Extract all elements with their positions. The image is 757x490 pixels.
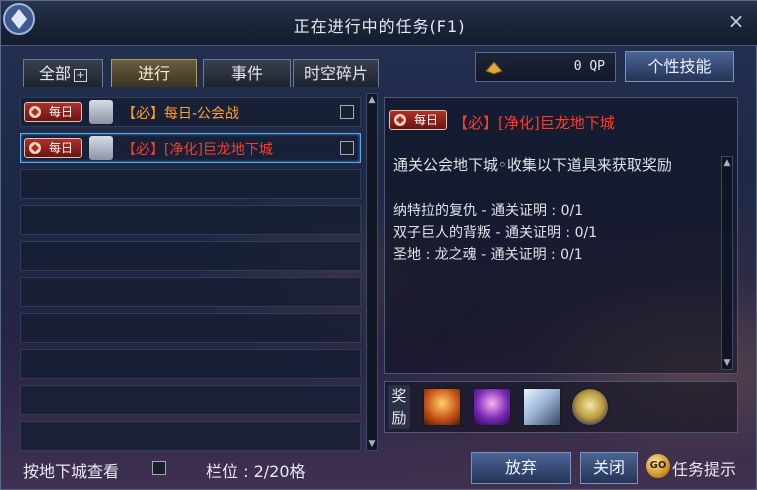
tab-events[interactable]: 事件 (203, 59, 291, 87)
required-tag: 【必】 (122, 142, 164, 158)
empty-quest-slot (20, 241, 361, 271)
tab-all-label: 全部 (38, 64, 71, 83)
qp-display: 0 QP (475, 52, 616, 82)
tab-events-label: 事件 (230, 64, 263, 83)
empty-quest-slot (20, 421, 361, 451)
empty-quest-slot (20, 169, 361, 199)
title-bar[interactable]: 正在进行中的任务(F1) × (1, 1, 757, 46)
daily-badge-label: 每日 (49, 141, 74, 155)
quest-name: [净化]巨龙地下城 (164, 142, 273, 158)
quest-detail: 每日 【必】[净化]巨龙地下城 通关公会地下城◦收集以下道具来获取奖励 纳特拉的… (384, 97, 738, 374)
daily-icon (29, 106, 41, 118)
close-button[interactable]: 关闭 (580, 452, 638, 484)
close-icon[interactable]: × (726, 11, 746, 31)
quest-list: 每日 【必】每日-公会战 每日 【必】[净化]巨龙地下城 ▲ ▼ (15, 93, 380, 453)
scroll-up-icon[interactable]: ▲ (367, 94, 377, 106)
quest-description: 通关公会地下城◦收集以下道具来获取奖励 (393, 156, 672, 174)
empty-quest-slot (20, 205, 361, 235)
orange-chest-icon[interactable] (423, 388, 461, 426)
tab-all[interactable]: 全部 + (23, 59, 103, 87)
slots-count: 栏位 : 2/20格 (206, 462, 306, 481)
track-checkbox[interactable] (340, 141, 354, 155)
quest-row[interactable]: 每日 【必】每日-公会战 (20, 97, 361, 127)
scroll-up-icon[interactable]: ▲ (722, 157, 732, 169)
quest-window: 正在进行中的任务(F1) × 全部 + 进行 事件 时空碎片 0 QP 个性技能 … (0, 0, 757, 490)
empty-quest-slot (20, 277, 361, 307)
empty-quest-slot (20, 313, 361, 343)
filter-by-dungeon-label: 按地下城查看 (23, 462, 120, 481)
personal-skill-button[interactable]: 个性技能 (625, 51, 734, 82)
reward-bar: 奖励 (384, 381, 738, 433)
window-title: 正在进行中的任务(F1) (293, 17, 466, 36)
daily-icon (29, 142, 41, 154)
detail-scrollbar[interactable]: ▲ ▼ (721, 156, 733, 370)
quest-title: 【必】[净化]巨龙地下城 (122, 139, 273, 159)
objective-item: 圣地 : 龙之魂 - 通关证明 : 0/1 (393, 247, 583, 263)
scroll-down-icon[interactable]: ▼ (367, 438, 377, 450)
qp-value: 0 QP (573, 59, 605, 74)
daily-badge: 每日 (24, 138, 82, 158)
daily-icon (394, 114, 406, 126)
quest-hint-label: 任务提示 (672, 460, 737, 479)
filter-by-dungeon-checkbox[interactable] (152, 461, 166, 475)
empty-quest-slot (20, 385, 361, 415)
tab-time-fragments[interactable]: 时空碎片 (293, 59, 379, 87)
go-icon: GO (646, 454, 670, 478)
scroll-down-icon[interactable]: ▼ (722, 357, 732, 369)
qp-coin-icon (485, 61, 503, 75)
daily-badge-label: 每日 (414, 113, 439, 127)
tab-in-progress[interactable]: 进行 (111, 59, 197, 87)
track-checkbox[interactable] (340, 105, 354, 119)
reward-label: 奖励 (388, 385, 410, 429)
purple-box-icon[interactable] (473, 388, 511, 426)
crystal-icon[interactable] (523, 388, 561, 426)
quest-name: 每日-公会战 (164, 106, 240, 122)
required-tag: 【必】 (122, 106, 164, 122)
expand-icon[interactable]: + (74, 69, 87, 82)
daily-badge-label: 每日 (49, 105, 74, 119)
gold-orb-icon[interactable] (571, 388, 609, 426)
daily-badge: 每日 (24, 102, 82, 122)
quest-title: 【必】每日-公会战 (122, 103, 239, 123)
objective-item: 双子巨人的背叛 - 通关证明 : 0/1 (393, 225, 598, 241)
npc-avatar (89, 136, 113, 160)
objective-item: 纳特拉的复仇 - 通关证明 : 0/1 (393, 203, 584, 219)
abandon-button[interactable]: 放弃 (471, 452, 571, 484)
npc-avatar (89, 100, 113, 124)
tab-time-fragments-label: 时空碎片 (303, 64, 368, 83)
quest-row[interactable]: 每日 【必】[净化]巨龙地下城 (20, 133, 361, 163)
tab-in-progress-label: 进行 (137, 64, 170, 83)
list-scrollbar[interactable]: ▲ ▼ (366, 93, 378, 451)
daily-badge: 每日 (389, 110, 447, 130)
empty-quest-slot (20, 349, 361, 379)
detail-title: 【必】[净化]巨龙地下城 (453, 114, 615, 132)
